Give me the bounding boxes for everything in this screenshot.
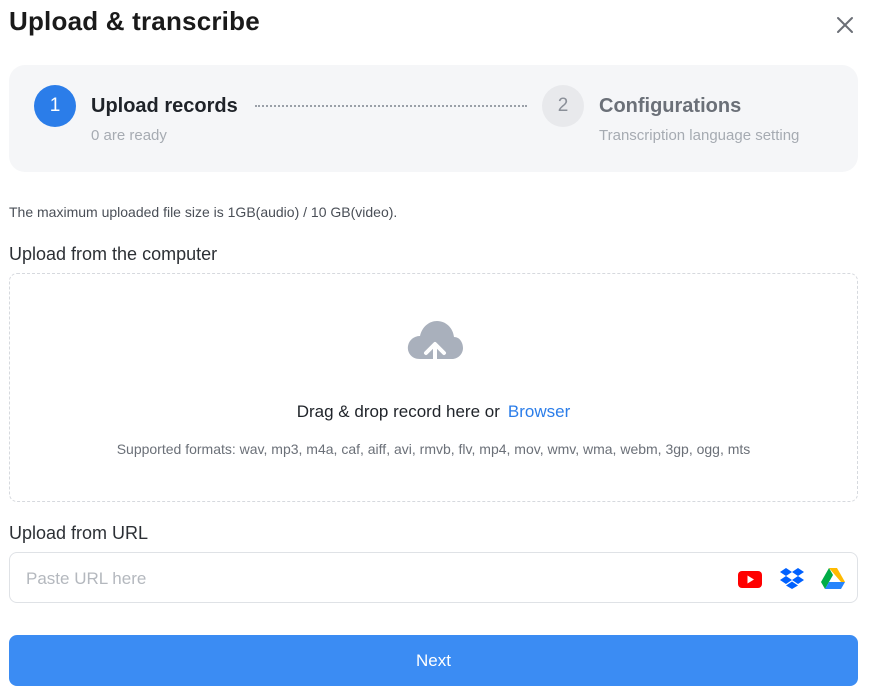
step-connector xyxy=(255,105,527,107)
dialog-title: Upload & transcribe xyxy=(9,6,260,36)
stepper: 1 Upload records 0 are ready 2 Configura… xyxy=(9,65,858,172)
step-2-subtitle: Transcription language setting xyxy=(599,127,800,144)
file-dropzone[interactable]: Drag & drop record here or Browser Suppor… xyxy=(9,273,858,502)
upload-computer-label: Upload from the computer xyxy=(9,244,218,264)
supported-formats-text: Supported formats: wav, mp3, m4a, caf, a… xyxy=(116,441,751,457)
step-1-indicator: 1 xyxy=(34,85,76,127)
cloud-upload-icon xyxy=(407,321,463,371)
drop-text: Drag & drop record here or xyxy=(296,402,500,421)
url-input-container xyxy=(9,552,858,604)
browse-link[interactable]: Browser xyxy=(508,402,570,421)
file-size-limit-text: The maximum uploaded file size is 1GB(au… xyxy=(9,204,398,220)
close-icon[interactable] xyxy=(833,13,857,37)
next-button[interactable]: Next xyxy=(9,635,858,686)
youtube-icon[interactable] xyxy=(738,571,762,588)
drop-instructions: Drag & drop record here or Browser xyxy=(10,402,857,422)
upload-url-label: Upload from URL xyxy=(9,523,149,543)
google-drive-icon[interactable] xyxy=(821,568,845,589)
step-2-indicator: 2 xyxy=(542,85,584,127)
step-1-subtitle: 0 are ready xyxy=(91,127,167,144)
url-input[interactable] xyxy=(24,553,728,604)
step-1-title: Upload records xyxy=(91,95,238,117)
step-2-title: Configurations xyxy=(599,95,742,117)
dropbox-icon[interactable] xyxy=(780,567,804,589)
